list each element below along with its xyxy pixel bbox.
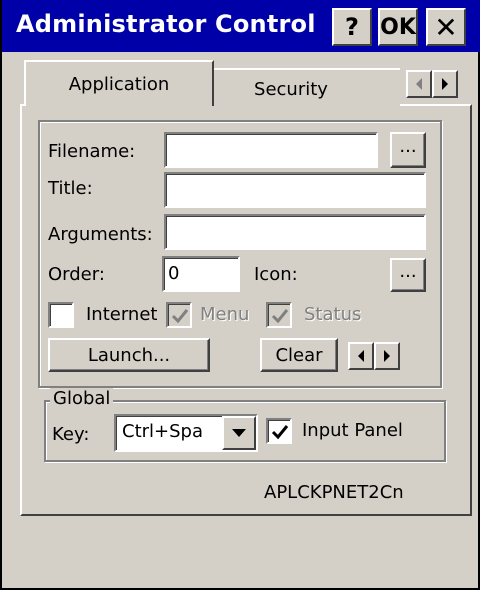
left-arrow-icon <box>416 78 422 90</box>
help-button[interactable]: ? <box>332 8 372 46</box>
tab-application-label: Application <box>68 73 170 95</box>
close-button[interactable]: ✕ <box>426 8 466 46</box>
tab-scroll-arrows <box>406 70 458 98</box>
right-arrow-icon <box>442 78 448 90</box>
title-bar: Administrator Control ? OK ✕ <box>2 0 480 52</box>
tab-security[interactable]: Security <box>212 68 372 108</box>
tab-scroll-right-button[interactable] <box>432 70 458 98</box>
ok-button[interactable]: OK <box>378 8 418 46</box>
tab-partial[interactable] <box>370 68 400 108</box>
tab-scroll-left-button[interactable] <box>406 70 432 98</box>
application-tab-page <box>20 104 472 516</box>
dialog-window: Administrator Control ? OK ✕ Application… <box>0 0 480 590</box>
tab-application[interactable]: Application <box>24 60 214 106</box>
tab-security-label: Security <box>254 78 328 100</box>
window-title: Administrator Control <box>16 10 316 38</box>
